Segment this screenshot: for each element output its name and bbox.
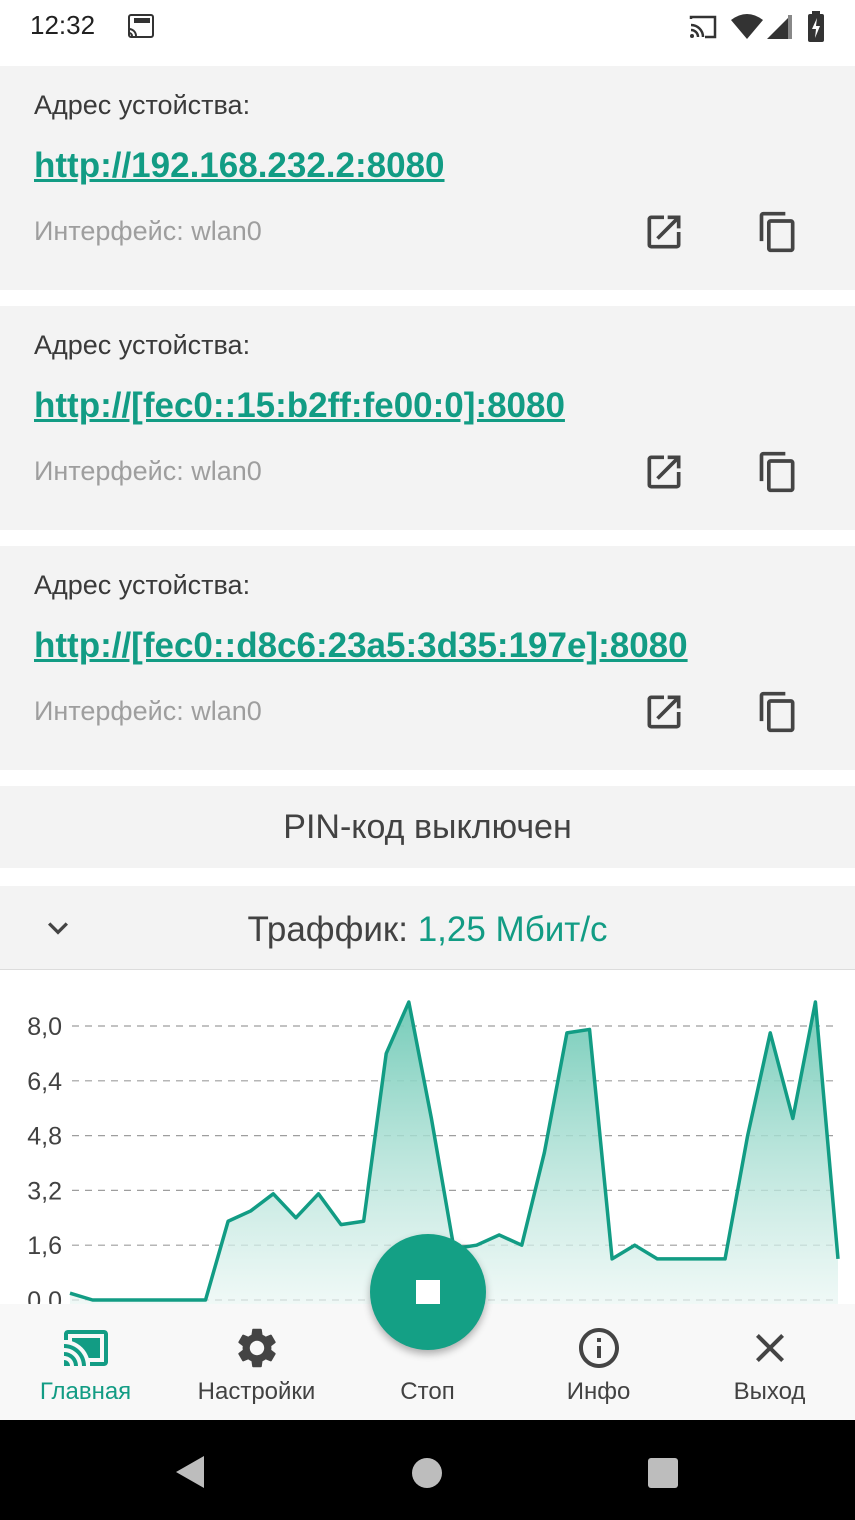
interface-label: Интерфейс: wlan0 xyxy=(34,696,262,726)
address-url-link[interactable]: http://[fec0::15:b2ff:fe00:0]:8080 xyxy=(34,386,565,426)
address-url-link[interactable]: http://[fec0::d8c6:23a5:3d35:197e]:8080 xyxy=(34,626,688,666)
screen: 12:32 Адрес устойства: http://192.168.23… xyxy=(0,0,855,1520)
battery-icon xyxy=(806,11,826,48)
back-icon[interactable] xyxy=(172,1454,208,1490)
wifi-icon xyxy=(730,14,764,45)
nav-info-label: Инфо xyxy=(566,1378,631,1405)
open-in-browser-button[interactable] xyxy=(632,200,696,264)
traffic-title: Траффик: 1,25 Мбит/с xyxy=(0,910,855,950)
interface-label: Интерфейс: wlan0 xyxy=(34,456,262,486)
signal-icon xyxy=(766,14,794,45)
copy-icon xyxy=(759,691,795,733)
address-label: Адрес устойства: xyxy=(34,90,251,120)
pin-status: PIN-код выключен xyxy=(0,786,855,868)
nav-info[interactable]: Инфо xyxy=(513,1304,684,1420)
open-in-browser-button[interactable] xyxy=(632,440,696,504)
copy-address-button[interactable] xyxy=(746,200,810,264)
open-in-browser-button[interactable] xyxy=(632,680,696,744)
nav-home-label: Главная xyxy=(39,1378,132,1405)
status-bar: 12:32 xyxy=(0,0,855,66)
address-card: Адрес устойства: http://[fec0::d8c6:23a5… xyxy=(0,546,855,770)
nav-home[interactable]: Главная xyxy=(0,1304,171,1420)
copy-address-button[interactable] xyxy=(746,440,810,504)
y-tick-label: 6,4 xyxy=(27,1068,62,1096)
info-icon xyxy=(578,1328,619,1368)
address-card: Адрес устойства: http://[fec0::15:b2ff:f… xyxy=(0,306,855,530)
gear-icon xyxy=(237,1328,276,1368)
recents-icon[interactable] xyxy=(646,1456,680,1490)
status-time: 12:32 xyxy=(30,10,96,40)
y-tick-label: 3,2 xyxy=(27,1177,62,1205)
http-cast-icon xyxy=(126,12,156,47)
pin-status-text: PIN-код выключен xyxy=(283,807,572,846)
y-tick-label: 8,0 xyxy=(27,1013,62,1041)
traffic-header: Траффик: 1,25 Мбит/с xyxy=(0,886,855,970)
interface-label: Интерфейс: wlan0 xyxy=(34,216,262,246)
system-navigation-bar xyxy=(0,1420,855,1520)
cast-screen-icon xyxy=(63,1330,108,1366)
copy-address-button[interactable] xyxy=(746,680,810,744)
y-tick-label: 1,6 xyxy=(27,1232,62,1260)
address-label: Адрес устойства: xyxy=(34,330,251,360)
stop-fab-button[interactable] xyxy=(370,1234,486,1350)
y-tick-label: 4,8 xyxy=(27,1123,62,1151)
traffic-value: 1,25 Мбит/с xyxy=(417,910,608,949)
nav-exit-label: Выход xyxy=(733,1378,806,1405)
copy-icon xyxy=(759,211,795,253)
open-external-icon xyxy=(647,695,681,729)
nav-exit[interactable]: Выход xyxy=(684,1304,855,1420)
cast-icon xyxy=(688,14,718,45)
close-icon xyxy=(755,1334,784,1362)
traffic-label: Траффик: xyxy=(247,910,408,949)
nav-settings[interactable]: Настройки xyxy=(171,1304,342,1420)
nav-stop-label: Стоп xyxy=(400,1378,455,1405)
nav-settings-label: Настройки xyxy=(197,1378,316,1405)
stop-icon xyxy=(416,1280,440,1304)
address-label: Адрес устойства: xyxy=(34,570,251,600)
open-external-icon xyxy=(647,455,681,489)
address-card: Адрес устойства: http://192.168.232.2:80… xyxy=(0,66,855,290)
address-url-link[interactable]: http://192.168.232.2:8080 xyxy=(34,146,445,186)
home-icon[interactable] xyxy=(410,1456,444,1490)
copy-icon xyxy=(759,451,795,493)
y-tick-label: 0,0 xyxy=(27,1287,62,1304)
open-external-icon xyxy=(647,215,681,249)
